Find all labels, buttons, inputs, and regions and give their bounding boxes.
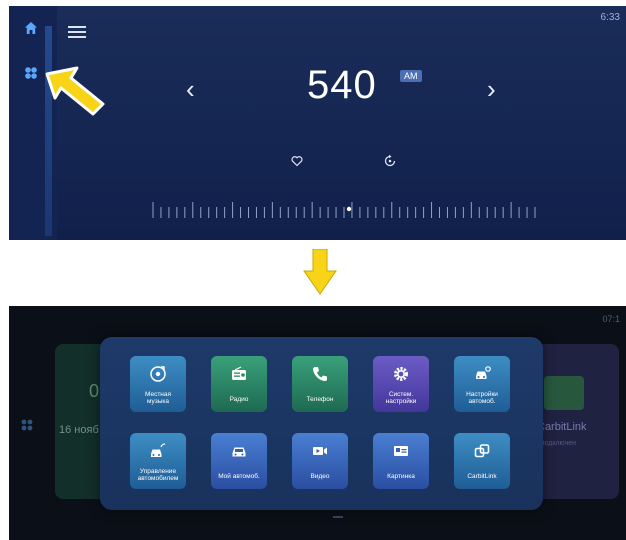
app-tile-label: Систем. настройки <box>385 391 417 405</box>
app-tile-local-music[interactable]: Местная музыка <box>130 356 186 412</box>
next-station-button[interactable]: › <box>487 74 496 104</box>
music-icon <box>150 366 166 382</box>
picture-icon <box>394 446 408 456</box>
app-tile-label: Управление автомобилем <box>137 468 179 482</box>
radio-screen: 6:33 ‹ 540 AM › <box>9 6 626 240</box>
car-settings-icon <box>476 366 491 379</box>
background-widget-date: 16 нояб <box>59 424 99 436</box>
favorite-heart-icon[interactable] <box>291 155 303 167</box>
carbit-logo-icon <box>544 376 584 410</box>
status-clock: 6:33 <box>600 12 620 23</box>
home-icon[interactable] <box>24 21 38 35</box>
prev-station-button[interactable]: ‹ <box>186 74 195 104</box>
car-control-icon <box>151 443 166 457</box>
app-tile-system-settings[interactable]: Систем. настройки <box>373 356 429 412</box>
settings-icon <box>394 367 408 381</box>
car-icon <box>232 447 246 457</box>
frequency-display: 540 <box>307 63 377 107</box>
background-widget-value: 0 <box>89 381 100 401</box>
app-tile-video[interactable]: Видео <box>292 433 348 489</box>
app-tile-my-car[interactable]: Мой автомоб. <box>211 433 267 489</box>
app-tile-radio[interactable]: Радио <box>211 356 267 412</box>
menu-icon[interactable] <box>68 25 86 39</box>
app-launcher-panel: Местная музыка Радио Телефон Систем. нас… <box>100 337 543 510</box>
band-badge[interactable]: AM <box>400 70 422 82</box>
dial-position-marker[interactable] <box>346 206 352 212</box>
apps-icon[interactable] <box>24 66 38 80</box>
app-menu-screen: 0 16 нояб CarbitLink не подключен 07:1 М… <box>9 306 626 540</box>
app-tile-label: Мой автомоб. <box>218 473 260 480</box>
app-tile-label: Местная музыка <box>144 391 172 405</box>
status-clock: 07:1 <box>602 314 620 324</box>
app-tile-picture[interactable]: Картинка <box>373 433 429 489</box>
app-tile-car-control[interactable]: Управление автомобилем <box>130 433 186 489</box>
apps-icon <box>21 419 33 431</box>
app-tile-phone[interactable]: Телефон <box>292 356 348 412</box>
link-icon <box>474 444 490 458</box>
app-tile-label: CarbitLink <box>467 473 497 480</box>
frequency-dial[interactable] <box>149 198 539 222</box>
app-tile-label: Телефон <box>306 396 334 403</box>
app-tile-carbitlink[interactable]: CarbitLink <box>454 433 510 489</box>
phone-icon <box>313 367 327 381</box>
down-arrow-icon <box>303 249 337 295</box>
page-indicator <box>333 516 343 518</box>
video-icon <box>313 447 327 455</box>
app-tile-label: Видео <box>310 473 330 480</box>
app-tile-label: Настройки автомоб. <box>466 391 498 405</box>
app-tile-label: Картинка <box>387 473 415 480</box>
pointer-arrow-icon <box>45 66 105 116</box>
radio-icon <box>232 366 246 380</box>
side-bar-strip <box>45 26 52 236</box>
app-tile-label: Радио <box>229 396 249 403</box>
scan-icon[interactable] <box>383 154 397 168</box>
background-carbit-title: CarbitLink <box>537 421 587 433</box>
app-tile-car-settings[interactable]: Настройки автомоб. <box>454 356 510 412</box>
